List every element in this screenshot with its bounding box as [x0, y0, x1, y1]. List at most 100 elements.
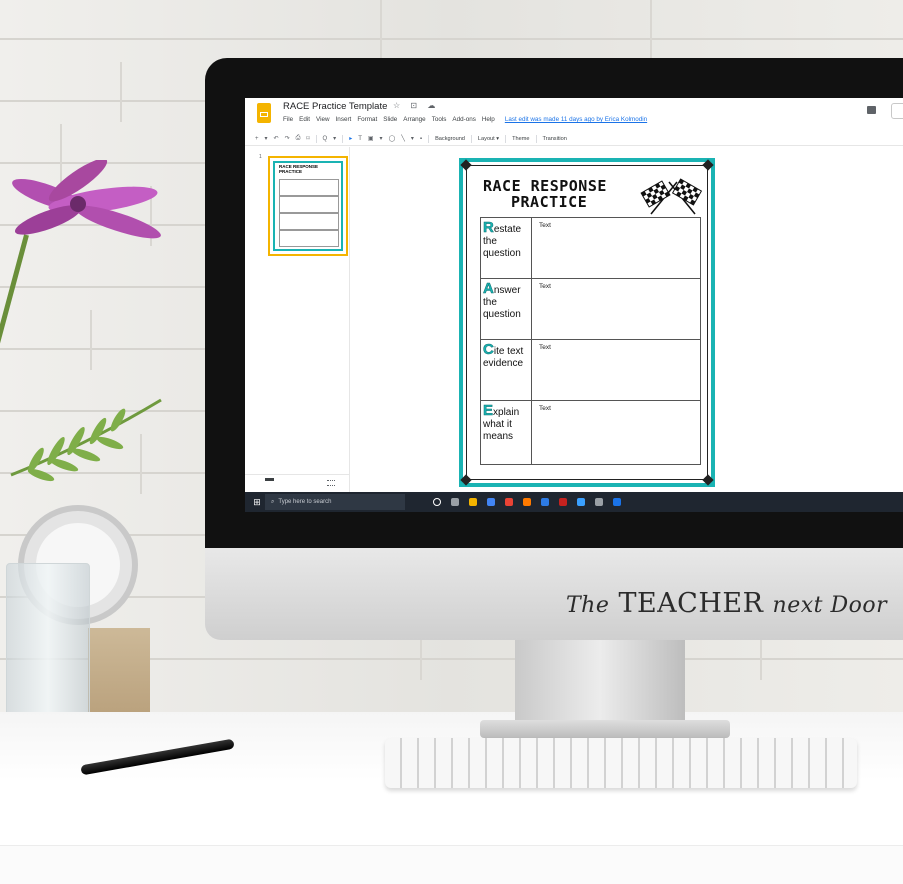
race-text-placeholder[interactable]: Text	[539, 344, 551, 351]
toolbar-divider	[470, 134, 472, 143]
monitor-stand-base	[480, 720, 730, 738]
frame-corner	[460, 159, 472, 171]
layout-button[interactable]: Layout ▾	[478, 136, 499, 142]
menu-slide[interactable]: Slide	[383, 116, 397, 123]
transition-button[interactable]: Transition	[543, 136, 567, 142]
theme-button[interactable]: Theme	[512, 136, 529, 142]
print-icon[interactable]: ⎙	[296, 135, 301, 142]
slide-number: 1	[259, 154, 262, 160]
race-table: Restate the question Text Answer the que…	[480, 217, 701, 465]
menu-addons[interactable]: Add-ons	[452, 116, 475, 123]
line-dropdown-icon[interactable]: ▾	[411, 135, 414, 142]
present-button[interactable]	[891, 103, 903, 119]
background-button[interactable]: Background	[435, 136, 465, 142]
taskbar-app-icon[interactable]	[505, 498, 513, 506]
taskbar-app-icon[interactable]	[595, 498, 603, 506]
taskbar-app-icon[interactable]	[523, 498, 531, 506]
zoom-dropdown-icon[interactable]: ▾	[333, 135, 336, 142]
filmstrip-view-icon[interactable]	[265, 478, 274, 481]
text-box-icon[interactable]: T	[358, 136, 362, 142]
menu-insert[interactable]: Insert	[336, 116, 352, 123]
taskbar-app-icon[interactable]	[559, 498, 567, 506]
race-row-cite: Cite text evidence Text	[481, 340, 700, 401]
race-text-placeholder[interactable]: Text	[539, 283, 551, 290]
toolbar-divider	[315, 134, 317, 143]
image-icon[interactable]: ▣	[368, 135, 374, 142]
brick-seam	[120, 62, 122, 122]
paint-format-icon[interactable]: ⌑	[306, 135, 309, 142]
menu-edit[interactable]: Edit	[299, 116, 310, 123]
race-text-placeholder[interactable]: Text	[539, 405, 551, 412]
thumbnail-row	[279, 179, 339, 196]
menu-help[interactable]: Help	[482, 116, 495, 123]
race-label-cite: Cite text evidence	[481, 340, 532, 400]
last-edit-link[interactable]: Last edit was made 11 days ago by Erica …	[505, 116, 647, 123]
taskbar-app-icon[interactable]	[541, 498, 549, 506]
menu-format[interactable]: Format	[357, 116, 377, 123]
brick-seam	[90, 310, 92, 370]
windows-taskbar: ⊞ ⌕ Type here to search	[245, 492, 903, 512]
select-cursor-icon[interactable]: ▸	[349, 135, 352, 142]
line-icon[interactable]: ╲	[401, 135, 405, 142]
taskbar-app-icon[interactable]	[469, 498, 477, 506]
undo-icon[interactable]: ↶	[274, 135, 279, 142]
monitor-stand	[515, 640, 685, 726]
taskbar-app-icon[interactable]	[487, 498, 495, 506]
menu-tools[interactable]: Tools	[432, 116, 447, 123]
taskbar-app-icon[interactable]	[577, 498, 585, 506]
taskbar-app-icon[interactable]	[613, 498, 621, 506]
toolbar-divider	[535, 134, 537, 143]
race-label-restate: Restate the question	[481, 218, 532, 278]
toolbar-divider	[428, 134, 430, 143]
brick-seam	[380, 0, 382, 60]
image-dropdown-icon[interactable]: ▾	[380, 135, 383, 142]
monitor-bezel-bottom	[205, 512, 903, 548]
slides-logo-icon[interactable]	[257, 103, 271, 123]
taskbar-app-icons	[433, 498, 621, 506]
checkered-flags-icon	[640, 178, 703, 215]
race-text-placeholder[interactable]: Text	[539, 222, 551, 229]
brand-prefix: The	[566, 593, 610, 618]
race-row-restate: Restate the question Text	[481, 218, 700, 279]
windows-start-icon[interactable]: ⊞	[249, 492, 265, 512]
thumbnail-row	[279, 213, 339, 230]
shape-icon[interactable]: ◯	[389, 135, 396, 142]
toolbar-divider	[505, 134, 507, 143]
brand-main: TEACHER	[618, 588, 764, 619]
screen: RACE Practice Template ☆ ⊡ ☁ File Edit V…	[245, 98, 903, 512]
grid-view-icon[interactable]	[327, 480, 335, 486]
menu-arrange[interactable]: Arrange	[403, 116, 425, 123]
search-icon: ⌕	[271, 498, 275, 505]
brand-suffix: next Door	[772, 593, 888, 618]
redo-icon[interactable]: ↷	[285, 135, 290, 142]
star-move-cloud-icons[interactable]: ☆ ⊡ ☁	[393, 101, 439, 110]
taskbar-app-icon[interactable]	[433, 498, 441, 506]
pink-flower	[12, 160, 161, 239]
brand-logo: The TEACHER next Door	[566, 588, 887, 619]
race-label-answer: Answer the question	[481, 279, 532, 339]
document-title[interactable]: RACE Practice Template	[283, 101, 387, 112]
desk-edge	[0, 845, 903, 884]
slide-inner-frame: RACE RESPONSE PRACTICE Restate the quest…	[460, 159, 714, 486]
new-slide-icon[interactable]: +	[255, 136, 259, 142]
app-header: RACE Practice Template ☆ ⊡ ☁ File Edit V…	[245, 98, 903, 132]
fern-leaf	[10, 398, 162, 482]
new-slide-dropdown-icon[interactable]: ▾	[265, 135, 268, 142]
toolbar: + ▾ ↶ ↷ ⎙ ⌑ Q ▾ ▸ T ▣ ▾ ◯ ╲ ▾ ▪ Backgrou…	[245, 132, 903, 146]
frame-corner	[702, 159, 714, 171]
frame-corner	[460, 474, 472, 486]
zoom-icon[interactable]: Q	[323, 136, 328, 142]
slide[interactable]: RACE RESPONSE PRACTICE Restate the quest…	[459, 158, 715, 487]
menu-file[interactable]: File	[283, 116, 293, 123]
slide-title: RACE RESPONSE PRACTICE	[483, 178, 607, 210]
slide-thumbnail[interactable]: RACE RESPONSE PRACTICE	[268, 156, 348, 256]
thumbnail-preview: RACE RESPONSE PRACTICE	[273, 161, 343, 251]
menu-view[interactable]: View	[316, 116, 330, 123]
comment-add-icon[interactable]: ▪	[420, 136, 422, 142]
taskbar-search[interactable]: ⌕ Type here to search	[265, 494, 405, 510]
frame-corner	[702, 474, 714, 486]
comment-icon[interactable]	[867, 106, 876, 114]
taskbar-app-icon[interactable]	[451, 498, 459, 506]
thumbnail-title: RACE RESPONSE PRACTICE	[279, 164, 319, 174]
keyboard	[385, 738, 857, 788]
